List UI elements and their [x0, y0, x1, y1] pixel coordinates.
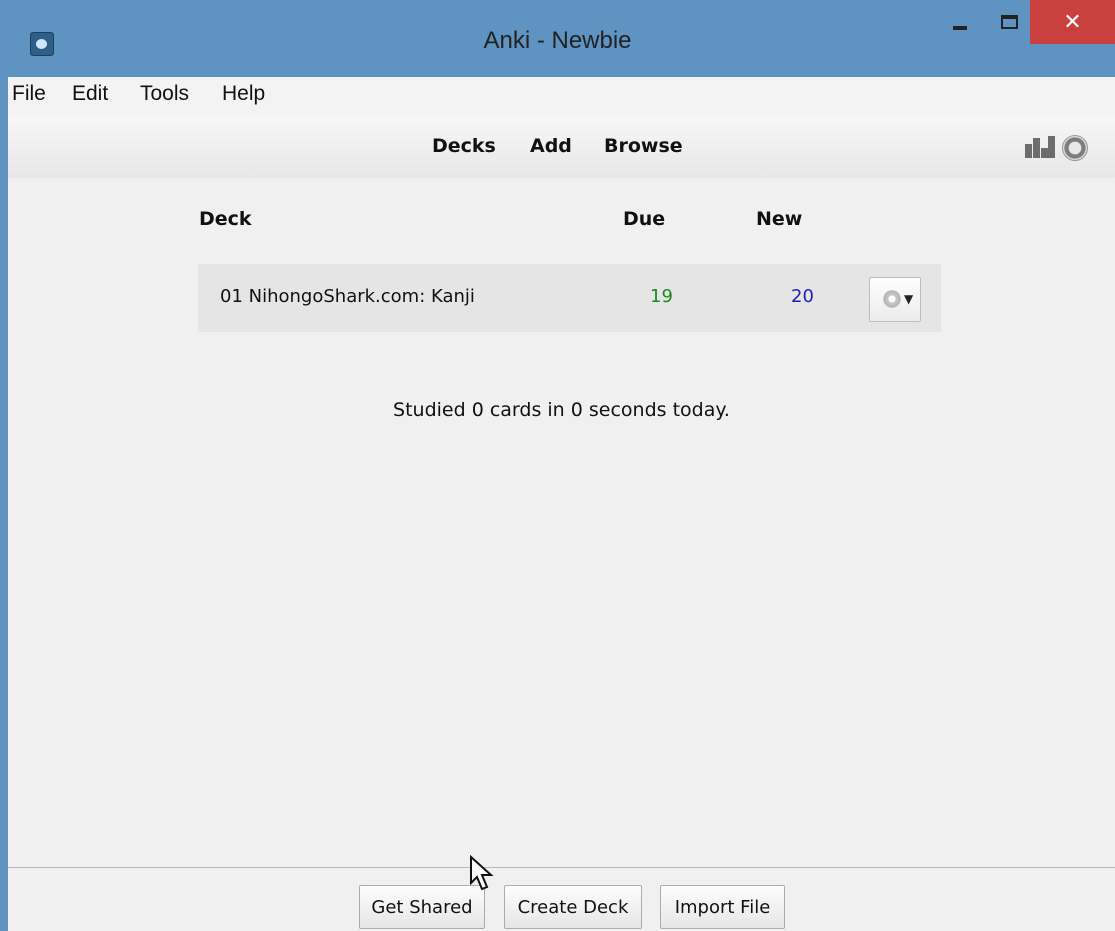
title-bar[interactable]: Anki - Newbie ✕	[0, 0, 1115, 77]
deck-row[interactable]: 01 NihongoShark.com: Kanji 19 20 ▼	[198, 264, 941, 332]
get-shared-button[interactable]: Get Shared	[359, 885, 485, 929]
bottom-bar: Get Shared Create Deck Import File	[8, 867, 1115, 931]
deck-browser: Deck Due New 01 NihongoShark.com: Kanji …	[8, 178, 1115, 868]
create-deck-button[interactable]: Create Deck	[504, 885, 642, 929]
toolbar-browse-link[interactable]: Browse	[604, 135, 683, 157]
import-file-button[interactable]: Import File	[660, 885, 785, 929]
anki-window: Anki - Newbie ✕ File Edit Tools Help Dec…	[0, 0, 1115, 931]
deck-due-count: 19	[650, 286, 673, 307]
studied-today-text: Studied 0 cards in 0 seconds today.	[393, 399, 730, 421]
stats-icon[interactable]	[1025, 136, 1055, 158]
menu-bar: File Edit Tools Help	[8, 77, 1115, 116]
gear-icon	[883, 290, 901, 308]
minimize-icon[interactable]	[940, 0, 980, 44]
menu-tools[interactable]: Tools	[136, 82, 193, 106]
toolbar-decks-link[interactable]: Decks	[432, 135, 496, 157]
due-column-header: Due	[623, 208, 666, 230]
menu-file[interactable]: File	[8, 82, 50, 106]
menu-edit[interactable]: Edit	[68, 82, 112, 106]
new-column-header: New	[756, 208, 803, 230]
close-icon[interactable]: ✕	[1030, 0, 1115, 44]
deck-name-link[interactable]: 01 NihongoShark.com: Kanji	[220, 286, 475, 307]
dropdown-arrow-icon: ▼	[904, 292, 914, 306]
maximize-icon[interactable]	[988, 0, 1030, 44]
toolbar: Decks Add Browse	[8, 116, 1115, 179]
client-area: File Edit Tools Help Decks Add Browse De…	[8, 77, 1115, 931]
deck-options-button[interactable]: ▼	[869, 277, 921, 322]
deck-new-count: 20	[791, 286, 814, 307]
deck-column-header: Deck	[199, 208, 252, 230]
menu-help[interactable]: Help	[218, 82, 269, 106]
toolbar-add-link[interactable]: Add	[530, 135, 572, 157]
sync-icon[interactable]	[1062, 135, 1088, 161]
mouse-cursor-icon	[470, 855, 494, 891]
